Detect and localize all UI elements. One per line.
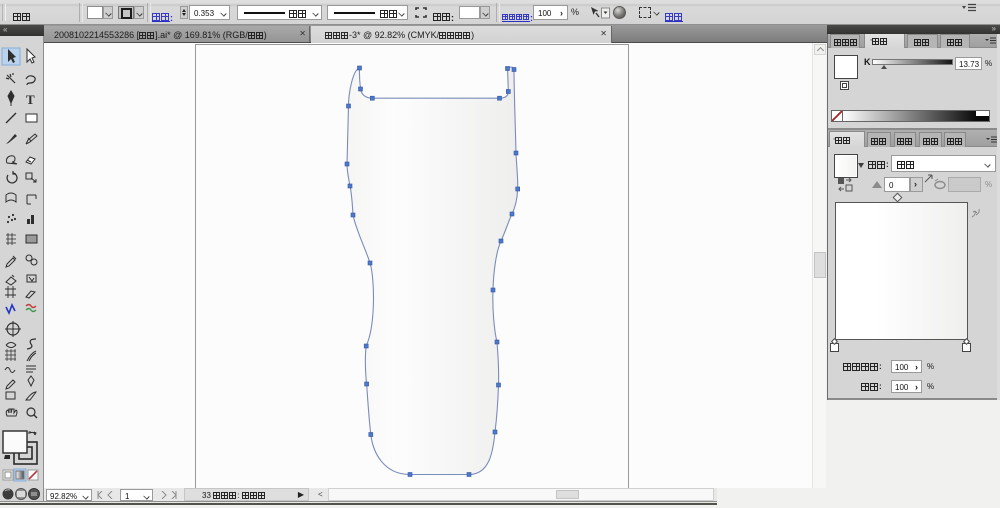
svg-text:T: T	[26, 92, 35, 107]
